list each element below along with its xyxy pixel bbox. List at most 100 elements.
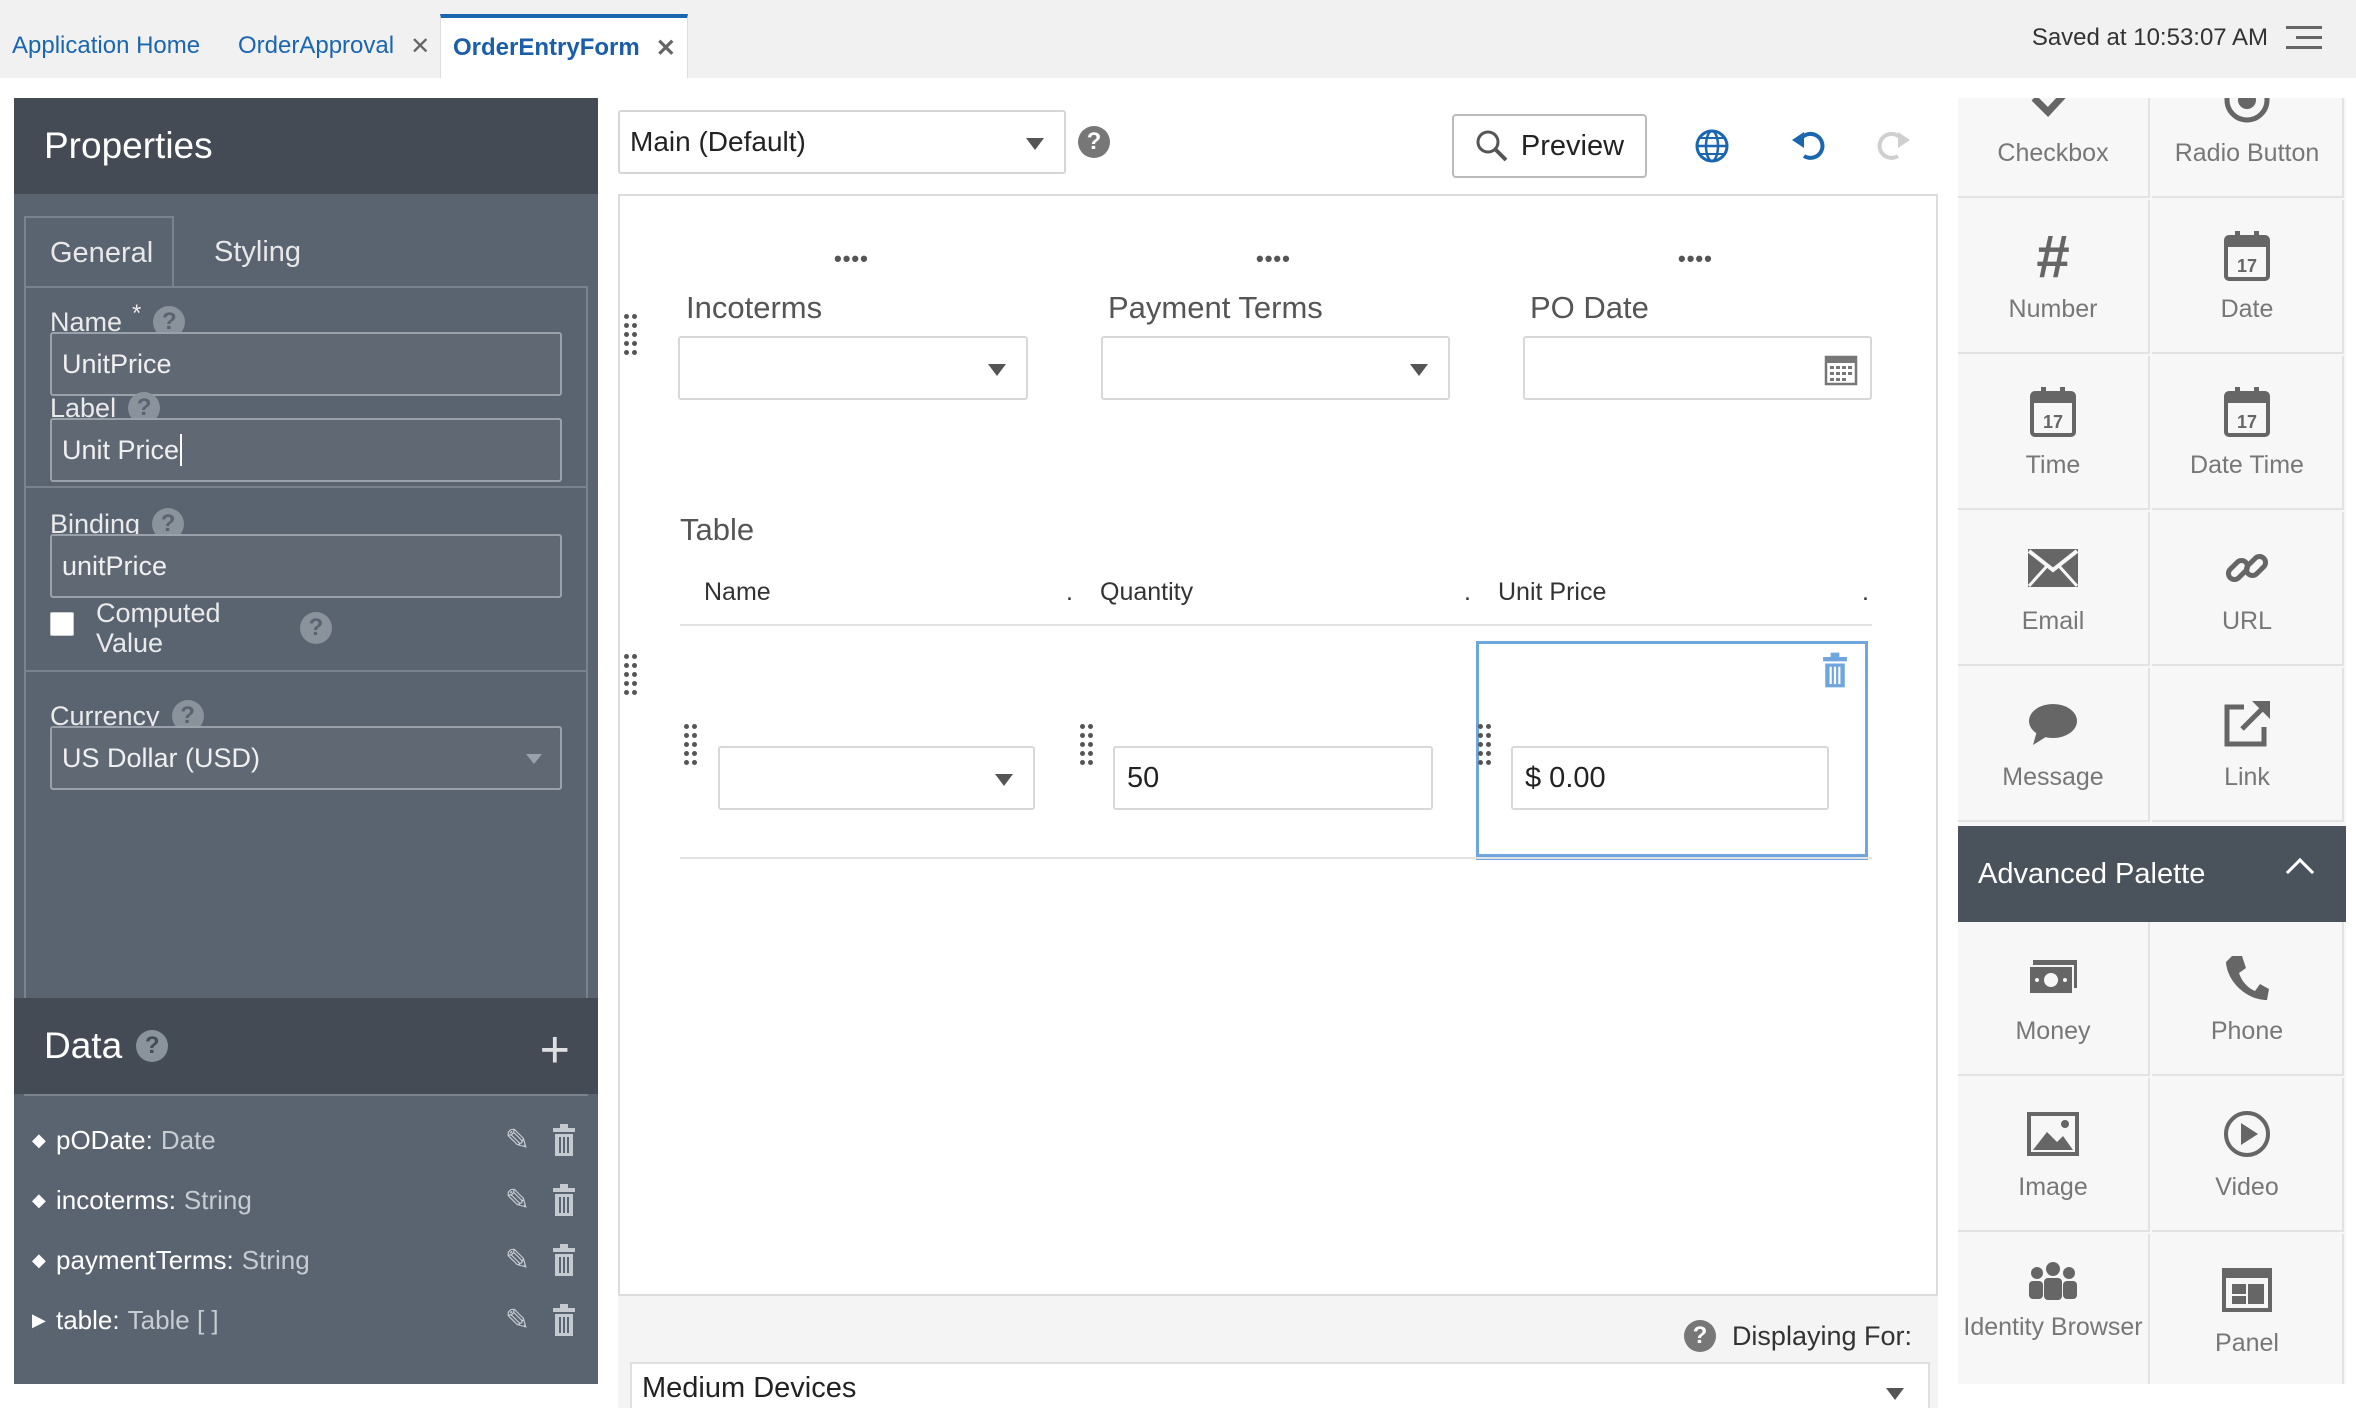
palette-item-radio-button[interactable]: Radio Button bbox=[2152, 98, 2344, 198]
palette-item-checkbox[interactable]: Checkbox bbox=[1958, 98, 2150, 198]
data-item[interactable]: ▶ table: Table [ ] ✎ bbox=[32, 1290, 592, 1350]
data-item-type: Table [ ] bbox=[127, 1304, 219, 1335]
field-drag-handle[interactable]: •••• bbox=[1678, 246, 1713, 272]
trash-icon[interactable] bbox=[1822, 652, 1848, 688]
data-item[interactable]: ◆ paymentTerms: String ✎ bbox=[32, 1230, 592, 1290]
device-select[interactable]: Medium Devices bbox=[630, 1362, 1930, 1408]
tab-label: Application Home bbox=[12, 32, 201, 59]
menu-icon[interactable] bbox=[2286, 26, 2322, 54]
help-icon[interactable]: ? bbox=[300, 612, 332, 644]
hash-icon: # bbox=[2036, 222, 2070, 290]
field-drag-handle[interactable]: •••• bbox=[834, 246, 869, 272]
close-icon[interactable]: ✕ bbox=[410, 32, 430, 61]
panel-icon bbox=[2222, 1262, 2272, 1318]
palette-item-money[interactable]: Money bbox=[1958, 922, 2150, 1076]
column-resize-handle[interactable]: . bbox=[1464, 578, 1471, 607]
column-resize-handle[interactable]: . bbox=[1862, 578, 1869, 607]
payment-terms-select[interactable] bbox=[1101, 336, 1450, 400]
binding-input[interactable]: unitPrice bbox=[50, 534, 562, 598]
name-label-section: Name * ? UnitPrice Label ? Unit Price bbox=[26, 288, 586, 488]
cell-drag-handle-col bbox=[692, 724, 704, 769]
link-icon bbox=[2223, 540, 2271, 596]
help-icon[interactable]: ? bbox=[136, 1030, 169, 1062]
magnifier-icon bbox=[1476, 130, 1508, 162]
table-title: Table bbox=[680, 512, 755, 547]
properties-body: Name * ? UnitPrice Label ? Unit Price Bi… bbox=[24, 286, 588, 1096]
computed-value-checkbox[interactable] bbox=[50, 612, 74, 636]
svg-text:17: 17 bbox=[2237, 256, 2257, 276]
phone-icon bbox=[2224, 950, 2270, 1006]
name-cell-select[interactable] bbox=[718, 746, 1035, 810]
tab-label: OrderEntryForm bbox=[453, 34, 640, 61]
preview-button[interactable]: Preview bbox=[1452, 114, 1647, 178]
chevron-down-icon bbox=[1410, 364, 1428, 376]
tab-order-entry-form[interactable]: OrderEntryForm ✕ bbox=[440, 14, 688, 78]
unit-price-value: $ 0.00 bbox=[1525, 761, 1606, 794]
help-icon[interactable]: ? bbox=[1078, 126, 1110, 158]
column-resize-handle[interactable]: . bbox=[1066, 578, 1073, 607]
data-item-name: incoterms: bbox=[56, 1184, 176, 1215]
trash-icon[interactable] bbox=[552, 1124, 576, 1156]
palette-item-date-time[interactable]: 17 Date Time bbox=[2152, 356, 2344, 510]
device-select-value: Medium Devices bbox=[642, 1372, 857, 1404]
palette-item-phone[interactable]: Phone bbox=[2152, 922, 2344, 1076]
palette-item-identity-browser[interactable]: Identity Browser bbox=[1958, 1234, 2150, 1384]
advanced-palette-header[interactable]: Advanced Palette bbox=[1958, 826, 2346, 922]
chevron-down-icon bbox=[995, 774, 1013, 786]
label-input[interactable]: Unit Price bbox=[50, 418, 562, 482]
calendar-icon[interactable] bbox=[1824, 352, 1858, 386]
palette-item-video[interactable]: Video bbox=[2152, 1078, 2344, 1232]
calendar-icon: 17 bbox=[2223, 384, 2271, 440]
palette-item-link[interactable]: Link bbox=[2152, 668, 2344, 822]
binding-section: Binding ? unitPrice Computed Value ? bbox=[26, 488, 586, 672]
undo-icon[interactable] bbox=[1790, 128, 1826, 164]
po-date-input[interactable] bbox=[1523, 336, 1872, 400]
layout-select[interactable]: Main (Default) bbox=[618, 110, 1066, 174]
pencil-icon[interactable]: ✎ bbox=[505, 1183, 530, 1218]
palette-item-email[interactable]: Email bbox=[1958, 512, 2150, 666]
po-date-label: PO Date bbox=[1530, 290, 1649, 325]
palette-item-message[interactable]: Message bbox=[1958, 668, 2150, 822]
displaying-for-label: ? Displaying For: bbox=[1683, 1320, 1912, 1352]
palette-item-panel[interactable]: Panel bbox=[2152, 1234, 2344, 1384]
pencil-icon[interactable]: ✎ bbox=[505, 1303, 530, 1338]
palette-item-time[interactable]: 17 Time bbox=[1958, 356, 2150, 510]
unit-price-input[interactable]: $ 0.00 bbox=[1511, 746, 1829, 810]
trash-icon[interactable] bbox=[552, 1244, 576, 1276]
chevron-up-icon[interactable] bbox=[2285, 857, 2315, 887]
trash-icon[interactable] bbox=[552, 1304, 576, 1336]
add-icon[interactable]: + bbox=[540, 1020, 570, 1080]
computed-value-label: Computed Value bbox=[96, 598, 221, 658]
data-item-name: paymentTerms: bbox=[56, 1244, 234, 1275]
speech-bubble-icon bbox=[2027, 696, 2079, 752]
tab-styling[interactable]: Styling bbox=[190, 216, 325, 288]
palette-item-url[interactable]: URL bbox=[2152, 512, 2344, 666]
palette-item-date[interactable]: 17 Date bbox=[2152, 200, 2344, 354]
column-header-name: Name bbox=[704, 578, 771, 606]
globe-icon[interactable] bbox=[1694, 128, 1730, 164]
diamond-icon: ◆ bbox=[32, 1249, 46, 1270]
help-icon[interactable]: ? bbox=[1683, 1320, 1716, 1352]
expand-arrow-icon[interactable]: ▶ bbox=[32, 1310, 56, 1331]
tab-general[interactable]: General bbox=[24, 216, 174, 288]
data-item[interactable]: ◆ incoterms: String ✎ bbox=[32, 1170, 592, 1230]
palette-item-number[interactable]: # Number bbox=[1958, 200, 2150, 354]
tab-order-approval[interactable]: OrderApproval ✕ bbox=[226, 14, 442, 78]
field-drag-handle[interactable]: •••• bbox=[1256, 246, 1291, 272]
close-icon[interactable]: ✕ bbox=[656, 34, 676, 63]
redo-icon[interactable] bbox=[1876, 128, 1912, 164]
radio-icon bbox=[2223, 98, 2271, 128]
trash-icon[interactable] bbox=[552, 1184, 576, 1216]
data-item[interactable]: ◆ pODate: Date ✎ bbox=[32, 1110, 592, 1170]
pencil-icon[interactable]: ✎ bbox=[505, 1243, 530, 1278]
quantity-input[interactable]: 50 bbox=[1113, 746, 1433, 810]
name-input[interactable]: UnitPrice bbox=[50, 332, 562, 396]
data-item-type: Date bbox=[160, 1124, 216, 1155]
tab-application-home[interactable]: Application Home bbox=[0, 14, 212, 78]
pencil-icon[interactable]: ✎ bbox=[505, 1123, 530, 1158]
diamond-icon: ◆ bbox=[32, 1189, 46, 1210]
currency-select[interactable]: US Dollar (USD) bbox=[50, 726, 562, 790]
palette-item-image[interactable]: Image bbox=[1958, 1078, 2150, 1232]
text-caret bbox=[180, 434, 183, 466]
incoterms-select[interactable] bbox=[678, 336, 1028, 400]
